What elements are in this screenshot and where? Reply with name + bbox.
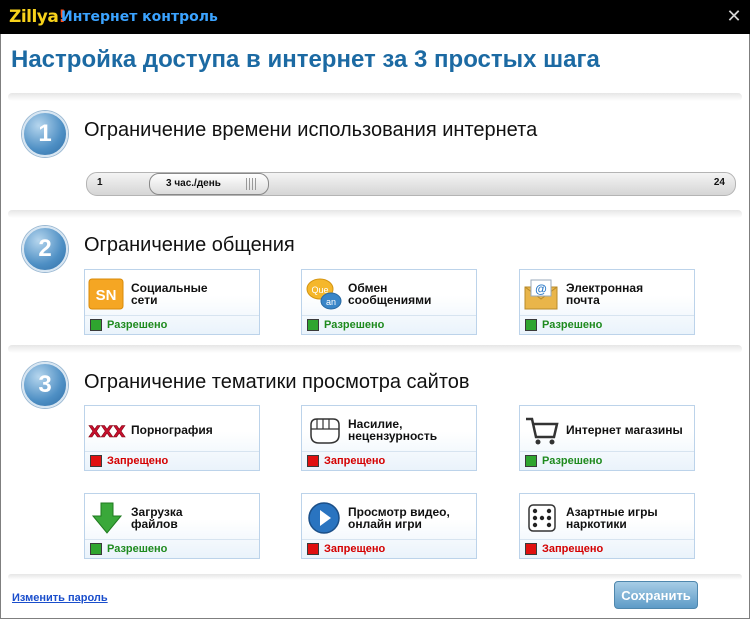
card-video-games[interactable]: Просмотр видео, онлайн игри Запрещено [301,493,477,559]
slider-value-label: 3 час./день [166,178,221,189]
xxx-icon: XXX [88,422,126,442]
slider-max-label: 24 [713,177,725,188]
card-status[interactable]: Разрешено [520,451,694,471]
card-status[interactable]: Разрешено [520,315,694,335]
card-label: Загрузка файлов [131,505,183,531]
svg-text:@: @ [535,282,547,296]
status-text: Запрещено [107,455,169,467]
status-allowed-icon [307,319,319,331]
status-text: Разрешено [324,319,385,331]
card-violence[interactable]: Насилие, нецензурность Запрещено [301,405,477,471]
card-status[interactable]: Разрешено [302,315,476,335]
card-email[interactable]: @ Электронная почта Разрешено [519,269,695,335]
divider [8,93,742,101]
zillya-logo: Zillya! [9,7,66,27]
step-title-1: Ограничение времени использования интерн… [84,119,538,141]
time-limit-slider[interactable]: 1 3 час./день 24 [86,172,736,196]
step-number-1: 1 [22,111,68,157]
card-label: Социальные сети [131,281,208,307]
grip-icon [246,178,258,190]
status-blocked-icon [307,455,319,467]
svg-text:an: an [326,297,336,307]
cart-icon [526,417,559,445]
title-bar: Zillya! Интернет контроль ✕ [0,0,750,34]
card-messaging[interactable]: Que an Обмен сообщениями Разрешено [301,269,477,335]
slider-thumb[interactable]: 3 час./день [149,173,269,195]
app-title: Интернет контроль [61,9,218,25]
card-file-downloads[interactable]: Загрузка файлов Разрешено [84,493,260,559]
status-allowed-icon [90,543,102,555]
chat-icon: Que an [306,278,342,310]
card-label: Интернет магазины [566,423,683,437]
status-text: Разрешено [542,319,603,331]
step-number-2: 2 [22,226,68,272]
status-text: Запрещено [324,455,386,467]
status-allowed-icon [90,319,102,331]
page-title: Настройка доступа в интернет за 3 просты… [11,46,600,73]
save-button[interactable]: Сохранить [614,581,698,609]
divider [8,210,742,218]
card-social-networks[interactable]: SN Социальные сети Разрешено [84,269,260,335]
sn-icon: SN [88,278,124,310]
download-icon [91,502,123,534]
status-blocked-icon [525,543,537,555]
card-label: Насилие, нецензурность [348,417,438,443]
step-title-2: Ограничение общения [84,234,295,256]
card-gambling-drugs[interactable]: Азартные игры наркотики Запрещено [519,493,695,559]
card-status[interactable]: Разрешено [85,315,259,335]
fist-icon [310,418,340,444]
card-label: Порнография [131,423,213,437]
card-status[interactable]: Запрещено [85,451,259,471]
status-text: Разрешено [107,319,168,331]
divider [8,574,742,580]
status-text: Разрешено [542,455,603,467]
step-title-3: Ограничение тематики просмотра сайтов [84,371,470,393]
change-password-link[interactable]: Изменить пароль [12,592,108,604]
status-blocked-icon [90,455,102,467]
status-allowed-icon [525,455,537,467]
card-status[interactable]: Разрешено [85,539,259,559]
status-text: Разрешено [107,543,168,555]
close-icon[interactable]: ✕ [722,4,746,28]
status-text: Запрещено [324,543,386,555]
app-window: Zillya! Интернет контроль ✕ Настройка до… [0,0,750,620]
status-text: Запрещено [542,543,604,555]
dice-icon [528,504,556,532]
play-icon [308,502,340,534]
card-label: Просмотр видео, онлайн игри [348,505,450,531]
slider-min-label: 1 [97,177,103,188]
svg-text:Que: Que [311,285,328,295]
divider [8,345,742,353]
card-label: Обмен сообщениями [348,281,432,307]
status-blocked-icon [307,543,319,555]
card-status[interactable]: Запрещено [302,539,476,559]
card-pornography[interactable]: XXX Порнография Запрещено [84,405,260,471]
svg-text:SN: SN [96,287,117,304]
email-icon: @ [524,279,558,310]
status-allowed-icon [525,319,537,331]
card-online-shops[interactable]: Интернет магазины Разрешено [519,405,695,471]
card-label: Электронная почта [566,281,644,307]
card-status[interactable]: Запрещено [302,451,476,471]
card-status[interactable]: Запрещено [520,539,694,559]
card-label: Азартные игры наркотики [566,505,658,531]
svg-text:XXX: XXX [88,422,126,441]
step-number-3: 3 [22,362,68,408]
